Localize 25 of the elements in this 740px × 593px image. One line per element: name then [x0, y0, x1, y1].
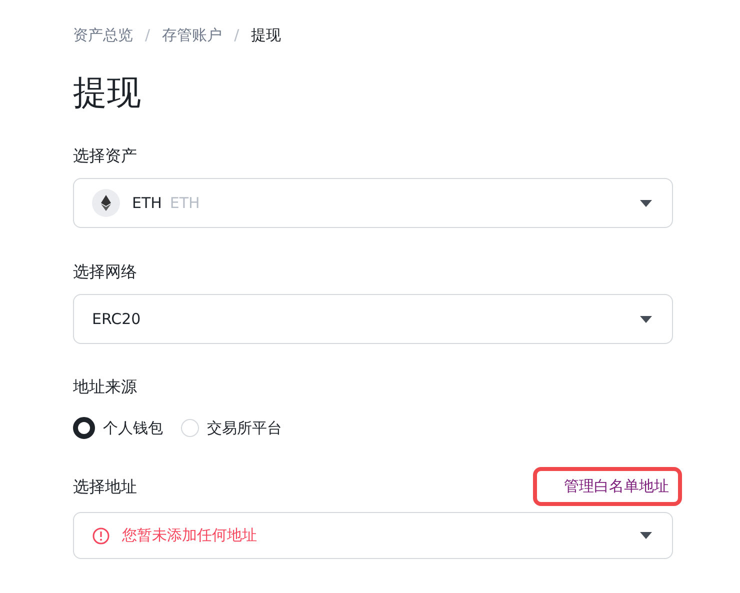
- radio-label[interactable]: 个人钱包: [103, 418, 163, 438]
- breadcrumb-link[interactable]: 提现: [251, 26, 282, 44]
- field-label: 选择资产: [73, 145, 138, 167]
- page-title: 提现: [73, 72, 142, 115]
- breadcrumb-link[interactable]: 资产总览: [73, 26, 133, 44]
- caret-icon: [640, 316, 652, 322]
- field-label: 选择网络: [73, 261, 138, 283]
- caret-icon: [640, 200, 652, 206]
- asset-name: ETH: [170, 194, 200, 212]
- address-select[interactable]: 您暂未添加任何地址: [73, 512, 673, 559]
- manage-whitelist-link[interactable]: 管理白名单地址: [533, 467, 682, 506]
- field-label: 地址来源: [73, 376, 138, 398]
- field-label: 选择地址: [73, 476, 137, 498]
- asset-symbol: ETH: [132, 194, 162, 212]
- asset-select[interactable]: ETH ETH: [73, 178, 673, 228]
- radio-button[interactable]: [73, 417, 95, 439]
- error-message: 您暂未添加任何地址: [122, 526, 257, 545]
- ethereum-icon: [92, 189, 120, 217]
- breadcrumb-link[interactable]: 存管账户: [162, 26, 222, 44]
- warning-icon: [92, 526, 110, 544]
- breadcrumb-separator: /: [145, 26, 150, 44]
- radio-label[interactable]: 交易所平台: [207, 418, 282, 438]
- breadcrumb-separator: /: [234, 26, 240, 44]
- caret-icon: [640, 532, 652, 539]
- network-select[interactable]: ERC20: [73, 294, 673, 344]
